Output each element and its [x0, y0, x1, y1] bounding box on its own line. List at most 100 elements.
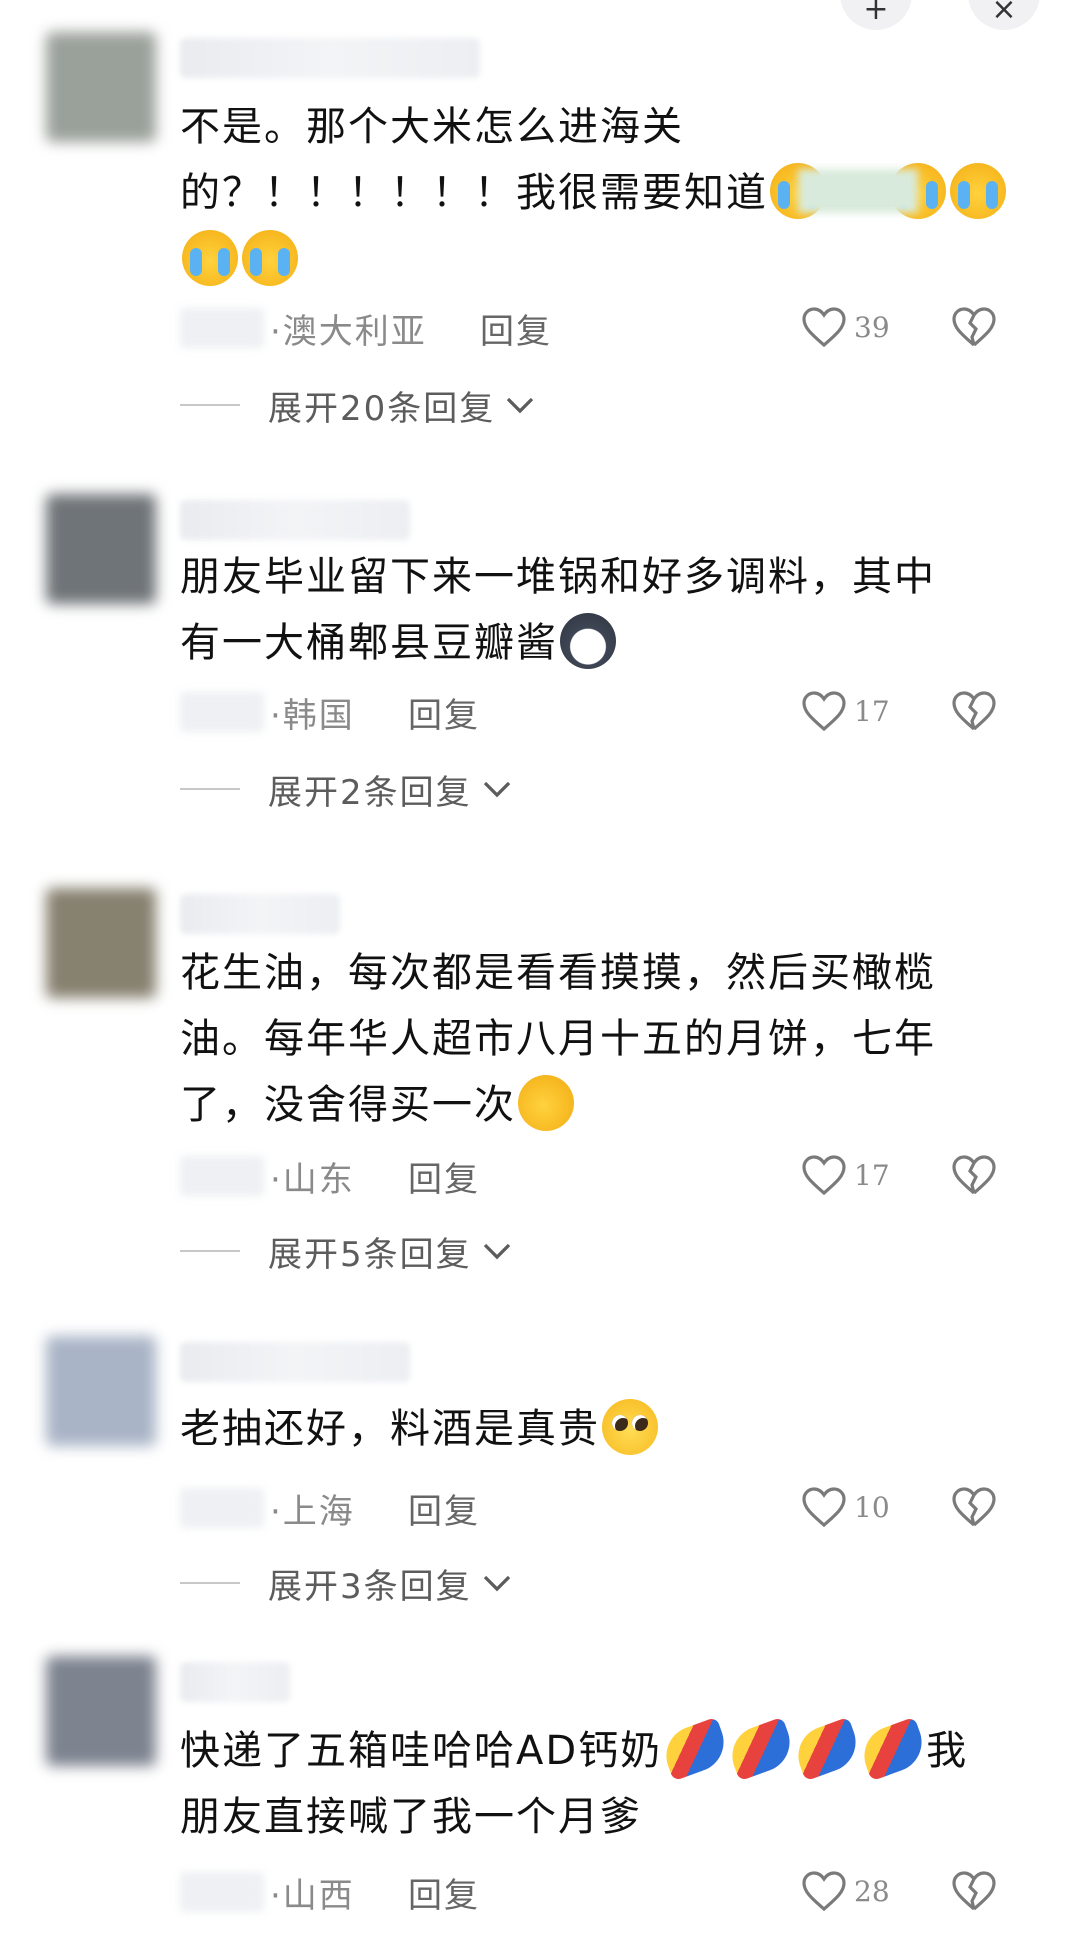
- chevron-down-icon: [483, 781, 510, 798]
- username-redacted[interactable]: [180, 500, 410, 540]
- name-redacted: [180, 1488, 264, 1528]
- comment-text-line: 朋友直接喊了我一个月爹: [180, 1794, 642, 1840]
- expand-replies-button[interactable]: 展开5条回复: [180, 1226, 512, 1276]
- heart-icon: [802, 1155, 846, 1196]
- expand-replies-label: 展开3条回复: [268, 1566, 472, 1607]
- name-redacted: [180, 692, 264, 732]
- comment-text-line: 朋友毕业留下来一堆锅和好多调料，其中: [180, 554, 936, 600]
- cry-icon: [182, 230, 238, 286]
- divider-line: [180, 404, 240, 406]
- close-button[interactable]: ×: [968, 0, 1040, 30]
- expand-replies-button[interactable]: 展开2条回复: [180, 764, 512, 814]
- like-count: 39: [854, 310, 890, 344]
- like-button[interactable]: 28: [800, 1868, 890, 1914]
- divider-line: [180, 788, 240, 790]
- like-count: 17: [854, 1158, 890, 1192]
- cry-icon: [950, 163, 1006, 219]
- comment-text-line: 快递了五箱哇哈哈AD钙奶: [180, 1728, 663, 1774]
- broken-heart-icon: [952, 691, 996, 731]
- heart-icon: [802, 1487, 846, 1528]
- username-redacted[interactable]: [180, 1342, 410, 1382]
- heart-icon: [802, 691, 846, 732]
- heart-icon: [802, 307, 846, 348]
- broken-heart-icon: [952, 1155, 996, 1195]
- username-redacted[interactable]: [180, 1662, 290, 1702]
- comment-text-line: 不是。那个大米怎么进海关: [180, 104, 684, 150]
- reply-button[interactable]: 回复: [408, 688, 480, 737]
- comment-text: 不是。那个大米怎么进海关 的？！！！！！！我很需要知道: [180, 94, 1010, 294]
- comment-feed: + × 不是。那个大米怎么进海关 的？！！！！！！我很需要知道 ·澳大利亚 回复…: [0, 0, 1080, 1944]
- comment-text-line: 的？！！！！！！我很需要知道: [180, 170, 768, 216]
- avatar[interactable]: [46, 1336, 156, 1446]
- expand-replies-button[interactable]: 展开3条回复: [180, 1558, 512, 1608]
- like-button[interactable]: 39: [800, 304, 890, 350]
- dislike-button[interactable]: [950, 1152, 998, 1207]
- heart-icon: [802, 1871, 846, 1912]
- flying-doll-icon: [790, 1716, 865, 1782]
- comment-meta: ·澳大利亚 回复 39: [180, 298, 1040, 358]
- avatar[interactable]: [46, 1656, 156, 1766]
- comment-text-line: 有一大桶郫县豆瓣酱: [180, 620, 558, 666]
- flying-doll-icon: [724, 1716, 799, 1782]
- expand-replies-button[interactable]: 展开20条回复: [180, 380, 535, 430]
- dislike-button[interactable]: [950, 1484, 998, 1539]
- reply-button[interactable]: 回复: [408, 1484, 480, 1533]
- redacted-patch: [798, 169, 918, 213]
- comment-meta: ·山西 回复 28: [180, 1862, 1040, 1922]
- comment-text-line: 了，没舍得买一次: [180, 1082, 516, 1128]
- comment-text: 花生油，每次都是看看摸摸，然后买橄榄 油。每年华人超市八月十五的月饼，七年 了，…: [180, 940, 1010, 1139]
- broken-heart-icon: [952, 1487, 996, 1527]
- flying-doll-icon: [856, 1716, 931, 1782]
- comment-text: 老抽还好，料酒是真贵: [180, 1396, 1010, 1463]
- reply-button[interactable]: 回复: [408, 1152, 480, 1201]
- broken-heart-icon: [952, 1871, 996, 1911]
- reply-button[interactable]: 回复: [480, 304, 552, 353]
- name-redacted: [180, 308, 264, 348]
- dog-icon: [560, 613, 616, 669]
- comment-text-line: 花生油，每次都是看看摸摸，然后买橄榄: [180, 950, 936, 996]
- comment-meta: ·山东 回复 17: [180, 1146, 1040, 1206]
- flying-doll-icon: [658, 1716, 733, 1782]
- facepalm-icon: [518, 1075, 574, 1131]
- reply-button[interactable]: 回复: [408, 1868, 480, 1917]
- expand-replies-label: 展开2条回复: [268, 772, 472, 813]
- dislike-button[interactable]: [950, 1868, 998, 1923]
- comment-text-line: 老抽还好，料酒是真贵: [180, 1406, 600, 1452]
- like-button[interactable]: 17: [800, 688, 890, 734]
- username-redacted[interactable]: [180, 38, 480, 78]
- close-icon: ×: [991, 0, 1017, 27]
- like-count: 28: [854, 1874, 890, 1908]
- chevron-down-icon: [483, 1243, 510, 1260]
- expand-replies-label: 展开20条回复: [268, 388, 496, 429]
- comment-meta: ·上海 回复 10: [180, 1478, 1040, 1538]
- chevron-down-icon: [483, 1575, 510, 1592]
- username-redacted[interactable]: [180, 894, 340, 934]
- location-label: ·澳大利亚: [270, 311, 427, 352]
- add-button[interactable]: +: [840, 0, 912, 30]
- dislike-button[interactable]: [950, 304, 998, 359]
- pleading-icon: [602, 1399, 658, 1455]
- comment-text-line: 油。每年华人超市八月十五的月饼，七年: [180, 1016, 936, 1062]
- comment-text: 快递了五箱哇哈哈AD钙奶 我 朋友直接喊了我一个月爹: [180, 1716, 1010, 1850]
- name-redacted: [180, 1156, 264, 1196]
- like-button[interactable]: 10: [800, 1484, 890, 1530]
- comment-text: 朋友毕业留下来一堆锅和好多调料，其中 有一大桶郫县豆瓣酱: [180, 544, 1010, 677]
- broken-heart-icon: [952, 307, 996, 347]
- location-label: ·山东: [270, 1159, 355, 1200]
- name-redacted: [180, 1872, 264, 1912]
- plus-icon: +: [863, 0, 889, 27]
- like-count: 17: [854, 694, 890, 728]
- avatar[interactable]: [46, 32, 156, 142]
- avatar[interactable]: [46, 494, 156, 604]
- expand-replies-label: 展开5条回复: [268, 1234, 472, 1275]
- location-label: ·上海: [270, 1491, 355, 1532]
- like-count: 10: [854, 1490, 890, 1524]
- avatar[interactable]: [46, 888, 156, 998]
- divider-line: [180, 1582, 240, 1584]
- dislike-button[interactable]: [950, 688, 998, 743]
- cry-icon: [242, 230, 298, 286]
- like-button[interactable]: 17: [800, 1152, 890, 1198]
- comment-meta: ·韩国 回复 17: [180, 682, 1040, 742]
- divider-line: [180, 1250, 240, 1252]
- chevron-down-icon: [507, 397, 534, 414]
